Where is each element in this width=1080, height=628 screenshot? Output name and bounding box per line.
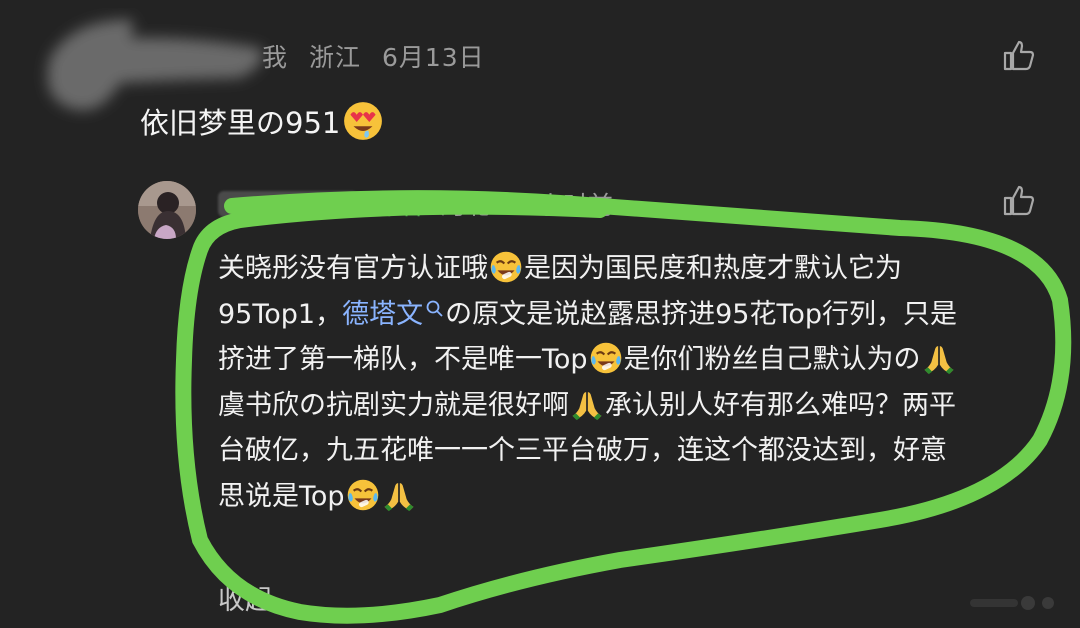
search-link[interactable]: 德塔文 (342, 299, 445, 330)
reply-line: 挤进了第一梯队，不是唯一Top 是你们粉丝自己默认为の (218, 337, 1048, 383)
comment-meta-tag: 我 (262, 43, 289, 72)
redacted-username (218, 191, 358, 217)
crying-laughing-emoji (490, 251, 522, 283)
reply-text-segment: 是因为国民度和热度才默认它为 (524, 253, 902, 284)
reply-text-segment: 95Top1， (218, 298, 343, 330)
reply-text-segment: 挤进了第一梯队，不是唯一Top (218, 344, 588, 376)
comment-location: 浙江 (308, 43, 361, 72)
reply-text-segment: 是你们粉丝自己默认为の (623, 344, 921, 376)
crying-laughing-emoji (347, 479, 378, 511)
crying-laughing-emoji (590, 342, 621, 374)
avatar[interactable] (138, 181, 196, 239)
thumbs-up-icon[interactable] (1001, 37, 1037, 73)
reply-text-segment: 关晓彤没有官方认证哦 (218, 253, 488, 284)
pray-emoji (384, 483, 414, 512)
reply-text: 关晓彤没有官方认证哦 是因为国民度和热度才默认它为 95Top1，德塔文 の原文是说… (218, 246, 1048, 520)
reply-line: 台破亿，九五花唯一一个三平台破万，连这个都没达到，好意 (218, 428, 1048, 474)
watermark (970, 596, 1054, 610)
comment-date: 6月13日 (381, 43, 485, 72)
reply-meta: 作者 河北 19小时前 (218, 186, 629, 222)
avatar-image (138, 181, 196, 239)
reply-text-segment: 承认别人好有那么难吗？两平 (605, 389, 956, 421)
pray-emoji (924, 346, 954, 375)
comment-text: 依旧梦里の951 (140, 100, 385, 142)
reply-location: 河北 (440, 191, 491, 220)
reply-time: 19小时前 (506, 191, 613, 220)
reply-line: 关晓彤没有官方认证哦 是因为国民度和热度才默认它为 (218, 246, 1048, 292)
reply-text-segment: の原文是说赵露思挤进95花Top行列，只是 (445, 298, 958, 330)
reply-text-segment: 思说是Top (218, 480, 345, 512)
author-badge: 作者 (374, 191, 425, 220)
reply-text-segment: 台破亿，九五花唯一一个三平台破万，连这个都没达到，好意 (218, 435, 947, 467)
reply-line: 思说是Top (218, 474, 1048, 520)
collapse-button[interactable]: 收起 (218, 578, 272, 617)
search-icon (426, 300, 443, 317)
pray-emoji (572, 391, 602, 420)
heart-eyes-emoji (344, 102, 383, 140)
search-link-label: 德塔文 (342, 298, 424, 330)
comment-text-content: 依旧梦里の951 (140, 106, 341, 140)
thumbs-up-icon[interactable] (1001, 182, 1037, 218)
reply-line: 虞书欣の抗剧实力就是很好啊 承认别人好有那么难吗？两平 (218, 383, 1048, 429)
comment-meta: 我 浙江 6月13日 (262, 38, 497, 74)
reply-line: 95Top1，德塔文 の原文是说赵露思挤进95花Top行列，只是 (218, 292, 1048, 338)
reply-text-segment: 虞书欣の抗剧实力就是很好啊 (218, 389, 569, 421)
